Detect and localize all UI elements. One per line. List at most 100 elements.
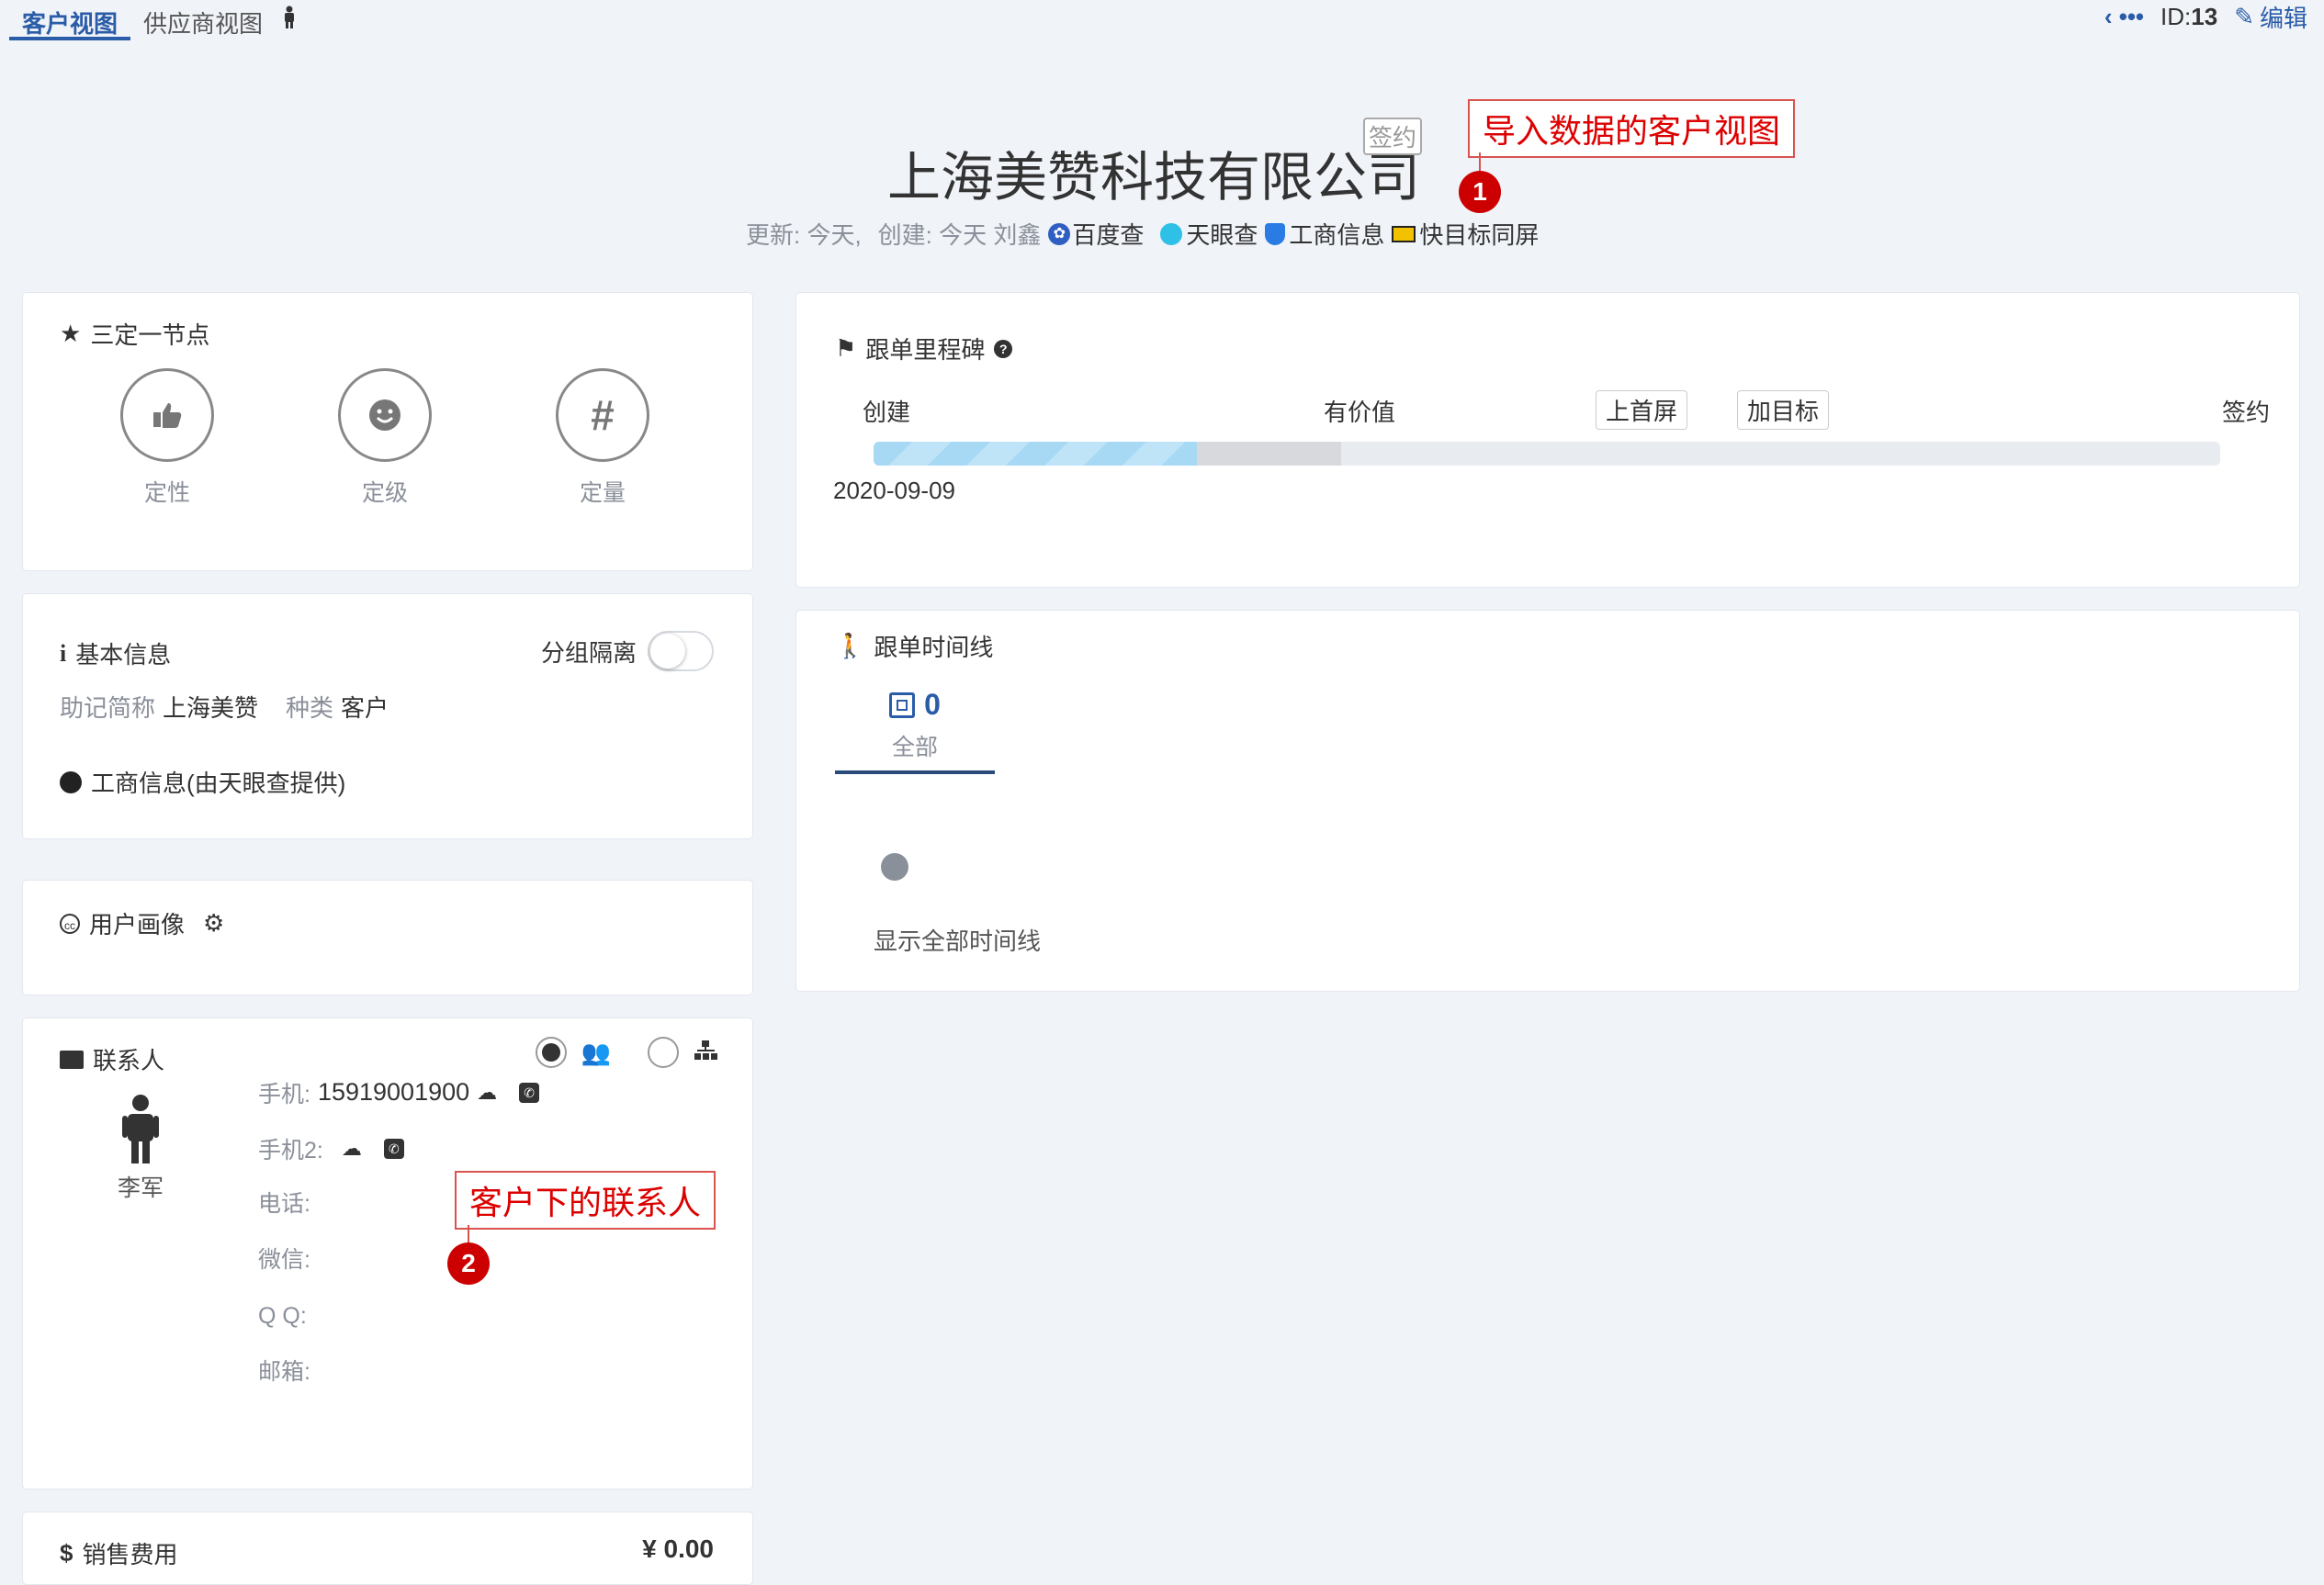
contacts-title: 联系人 [60,1042,164,1076]
business-info-row[interactable]: 工商信息(由天眼查提供) [60,765,345,799]
radio-org-view[interactable] [648,1037,679,1068]
node-label: 定性 [143,480,190,506]
timeline-title: 🚶 跟单时间线 [835,632,994,661]
annotation-2: 客户下的联系人 [455,1171,716,1230]
person-icon[interactable] [276,0,310,40]
node-qualitative[interactable]: 定性 [120,368,214,508]
edit-button[interactable]: ✎ 编辑 [2234,0,2307,34]
contact-avatar[interactable]: 李军 [113,1094,168,1203]
annotation-1-leader [1479,152,1481,171]
sales-cost-title: $ 销售费用 [60,1539,178,1568]
help-icon[interactable]: ? [994,339,1013,358]
stage-add-target[interactable]: 加目标 [1737,390,1830,430]
meta-updated: 更新: 今天, [746,221,862,249]
node-grade[interactable]: 定级 [338,368,432,508]
annotation-1-badge: 1 [1459,171,1501,213]
org-chart-icon [694,1040,717,1065]
baidu-link[interactable]: ✿ 百度查 [1048,217,1144,251]
timeline-card: 🚶 跟单时间线 0 全部 显示全部时间线 [795,610,2300,992]
group-isolation: 分组隔离 [541,631,714,671]
users-icon: 👥 [581,1038,611,1066]
tianyancha-icon [60,770,82,793]
contact-fields: 手机: 15919001900 ☁ ✆ 手机2: ☁ ✆ 电话: 微信: Q Q… [258,1064,540,1400]
radio-group-view[interactable] [535,1037,567,1068]
top-right-controls: ‹ ••• ID:13 ✎ 编辑 [2104,0,2307,33]
walking-icon: 🚶 [835,632,865,659]
contact-card-icon [60,1050,84,1069]
milestone-progress-track [874,442,2220,466]
star-icon: ★ [60,320,82,347]
group-isolation-toggle[interactable] [648,631,714,671]
timeline-tab-all[interactable]: 0 全部 [835,688,995,774]
tab-customer-view[interactable]: 客户视图 [9,0,131,40]
cloud-call-icon[interactable]: ☁ [477,1081,497,1105]
company-title: 上海美赞科技有限公司 [887,148,1421,208]
gear-icon[interactable]: ⚙ [203,909,224,938]
info-icon: i [60,639,67,667]
milestone-card: ⚑ 跟单里程碑 ? 创建 有价值 上首屏 加目标 签约 2020-09-09 [795,292,2300,588]
cloud-call-icon[interactable]: ☁ [342,1137,362,1161]
wechat-row: 微信: [258,1247,310,1273]
company-meta: 更新: 今天, 创建: 今天 刘鑫 ✿ 百度查 天眼查 工商信息 快目标同屏 [746,217,1539,251]
person-icon [122,1095,159,1163]
basic-fields: 助记简称 上海美赞 种类 客户 [60,694,389,722]
annotation-2-badge: 2 [447,1242,490,1285]
email-row: 邮箱: [258,1359,310,1385]
milestone-progress-fill [874,442,1197,466]
sales-cost-card: $ 销售费用 ¥ 0.00 [22,1512,753,1585]
qq-row: Q Q: [258,1303,307,1329]
status-tag: 签约 [1363,118,1423,155]
dollar-icon: $ [60,1539,73,1567]
node-label: 定量 [579,480,626,506]
user-profile-title: cc 用户画像 ⚙ [60,906,224,940]
show-all-timeline-link[interactable]: 显示全部时间线 [874,923,1041,957]
stage-signed: 签约 [2221,399,2270,426]
sanding-title: ★ 三定一节点 [60,320,210,349]
stage-create: 创建 [863,399,911,426]
shield-icon [1265,222,1286,245]
timeline-tab-label: 全部 [891,735,938,760]
smile-icon [338,368,432,462]
thumbs-up-icon [120,368,214,462]
stage-valuable: 有价值 [1324,399,1396,426]
pencil-icon: ✎ [2234,2,2254,30]
quick-target-link[interactable]: 快目标同屏 [1392,217,1539,251]
sales-cost-value: ¥ 0.00 [642,1534,714,1563]
basic-info-title: i 基本信息 [60,639,172,669]
timeline-box-icon [889,691,916,718]
flag-icon: ⚑ [835,334,857,362]
contact-name: 李军 [117,1175,164,1201]
tianyancha-link[interactable]: 天眼查 [1160,217,1258,251]
record-id: ID:13 [2160,2,2218,30]
group-isolation-label: 分组隔离 [540,638,637,667]
timeline-dot [881,853,908,881]
milestone-title: ⚑ 跟单里程碑 ? [835,332,1013,365]
stage-first-screen[interactable]: 上首屏 [1596,390,1688,430]
contacts-card: 联系人 👥 李军 手机: 15919001900 ☁ ✆ 手机2: ☁ ✆ 电话… [22,1017,753,1489]
business-info-link[interactable]: 工商信息 [1265,217,1384,251]
mobile-value[interactable]: 15919001900 [318,1078,469,1107]
back-more-icon[interactable]: ‹ ••• [2104,3,2144,31]
cc-icon: cc [60,913,80,934]
phone-icon[interactable]: ✆ [383,1138,404,1159]
phone-icon[interactable]: ✆ [519,1082,540,1103]
annotation-2-leader [468,1225,469,1243]
contact-view-switch: 👥 [535,1037,717,1068]
view-tabs: 客户视图 供应商视图 [9,0,310,46]
annotation-1: 导入数据的客户视图 [1468,99,1796,158]
mobile-row: 手机: 15919001900 ☁ ✆ [258,1064,540,1120]
mobile2-row: 手机2: ☁ ✆ [258,1120,539,1176]
baidu-paw-icon: ✿ [1048,222,1071,245]
sanding-card: ★ 三定一节点 定性 定级 # 定量 [22,292,753,571]
node-quantity[interactable]: # 定量 [556,368,649,508]
basic-info-card: i 基本信息 分组隔离 助记简称 上海美赞 种类 客户 工商信息(由天眼查提供) [22,593,753,839]
meta-created: 创建: 今天 刘鑫 [877,221,1042,249]
timeline-count: 0 [835,688,995,722]
milestone-progress-shade [1196,442,1341,466]
hash-icon: # [556,368,649,462]
tab-supplier-view[interactable]: 供应商视图 [130,0,276,40]
node-label: 定级 [361,480,408,506]
user-profile-card: cc 用户画像 ⚙ [22,880,753,995]
milestone-date: 2020-09-09 [833,477,955,504]
quick-target-icon [1392,225,1416,242]
